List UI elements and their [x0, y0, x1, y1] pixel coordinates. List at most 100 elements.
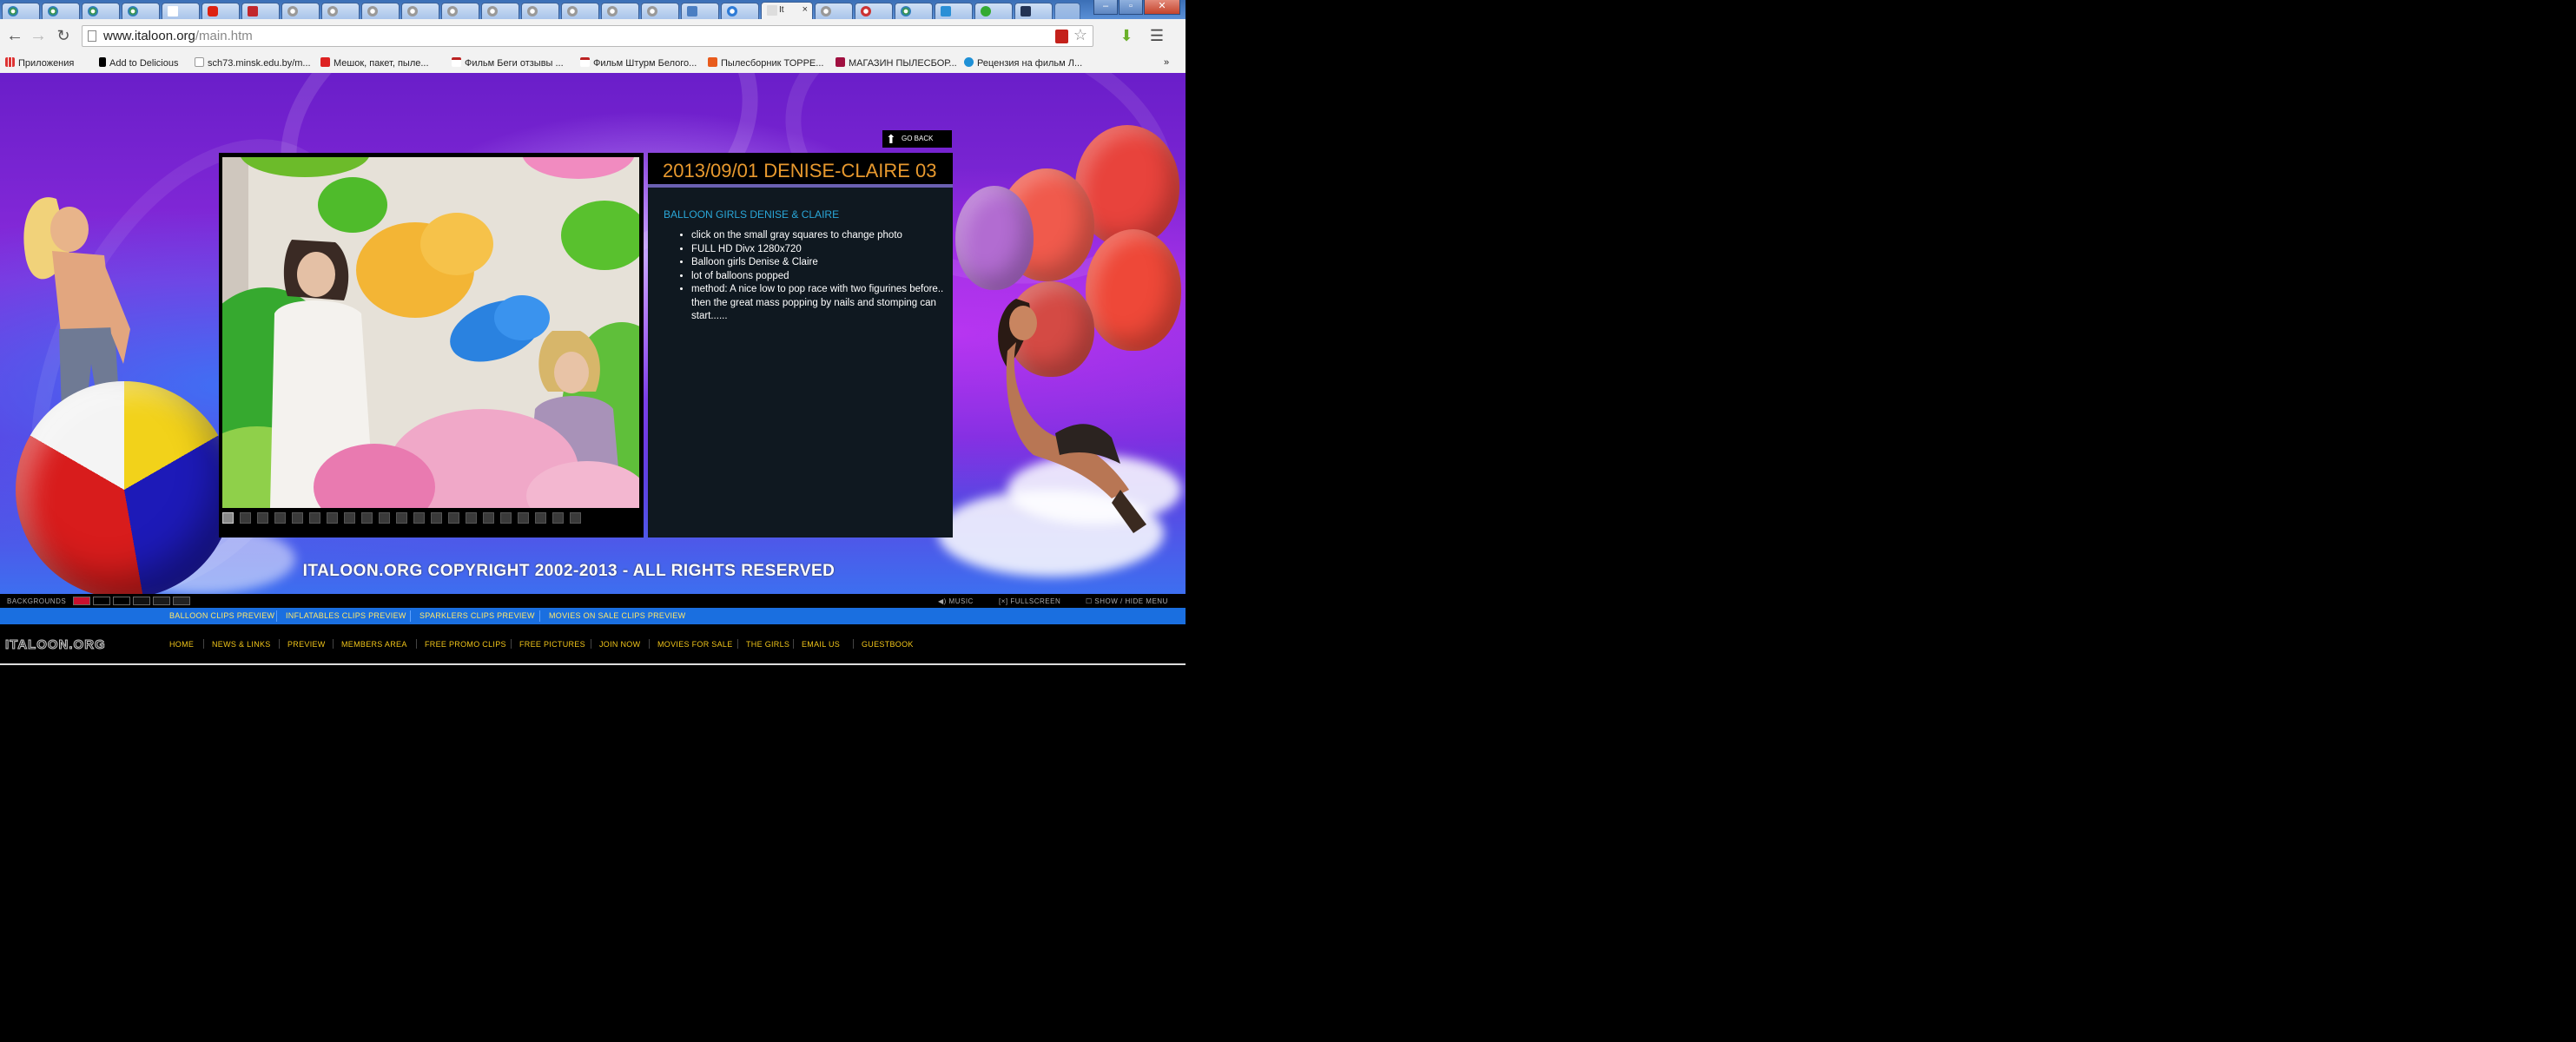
background-swatch[interactable] — [113, 597, 130, 605]
menu-toggle[interactable]: ☐ SHOW / HIDE MENU — [1086, 597, 1168, 605]
category-link-inflatables[interactable]: INFLATABLES CLIPS PREVIEW — [286, 611, 406, 620]
photo-thumbnail[interactable] — [344, 512, 355, 524]
menu-item-the-girls[interactable]: THE GIRLS — [746, 640, 789, 649]
background-swatch[interactable] — [93, 597, 110, 605]
browser-tab[interactable] — [241, 3, 280, 19]
browser-tab[interactable] — [815, 3, 853, 19]
photo-thumbnail[interactable] — [309, 512, 320, 524]
bookmark-item[interactable]: Add to Delicious — [99, 57, 179, 69]
browser-tab[interactable] — [521, 3, 559, 19]
browser-tab[interactable] — [481, 3, 519, 19]
photo-thumbnail[interactable] — [552, 512, 564, 524]
background-swatch[interactable] — [133, 597, 150, 605]
browser-tab[interactable] — [162, 3, 200, 19]
browser-tab[interactable] — [441, 3, 479, 19]
photo-thumbnail[interactable] — [466, 512, 477, 524]
menu-item-members-area[interactable]: MEMBERS AREA — [341, 640, 407, 649]
browser-tab[interactable] — [641, 3, 679, 19]
close-window-icon[interactable]: ✕ — [1144, 0, 1180, 15]
menu-item-free-pictures[interactable]: FREE PICTURES — [519, 640, 585, 649]
music-toggle[interactable]: ◀) MUSIC — [938, 597, 974, 605]
bookmark-item[interactable]: МАГАЗИН ПЫЛЕСБОР... — [836, 57, 957, 69]
photo-thumbnail[interactable] — [274, 512, 286, 524]
category-link-balloon[interactable]: BALLOON CLIPS PREVIEW — [169, 611, 274, 620]
background-swatch[interactable] — [173, 597, 190, 605]
pdf-extension-icon[interactable] — [1055, 30, 1068, 43]
menu-item-free-promo-clips[interactable]: FREE PROMO CLIPS — [425, 640, 506, 649]
address-bar[interactable]: www.italoon.org/main.htm ☆ — [82, 25, 1093, 47]
photo-thumbnail[interactable] — [222, 512, 234, 524]
menu-item-preview[interactable]: PREVIEW — [287, 640, 326, 649]
forward-icon[interactable]: → — [29, 26, 48, 45]
minimize-icon[interactable]: – — [1093, 0, 1118, 15]
browser-tab[interactable] — [681, 3, 719, 19]
browser-tab[interactable] — [321, 3, 360, 19]
browser-tab[interactable] — [974, 3, 1013, 19]
close-tab-icon[interactable]: × — [803, 4, 808, 15]
bookmark-item[interactable]: Фильм Беги отзывы ... — [452, 57, 564, 69]
photo-thumbnail[interactable] — [431, 512, 442, 524]
photo-thumbnail[interactable] — [396, 512, 407, 524]
browser-tab[interactable] — [1014, 3, 1053, 19]
bookmark-item[interactable]: Пылесборник ТОРРЕ... — [708, 57, 823, 69]
photo-thumbnail[interactable] — [257, 512, 268, 524]
browser-tab[interactable] — [855, 3, 893, 19]
browser-tab[interactable] — [42, 3, 80, 19]
photo-thumbnail[interactable] — [535, 512, 546, 524]
main-photo[interactable] — [222, 157, 639, 508]
menu-item-movies-for-sale[interactable]: MOVIES FOR SALE — [657, 640, 733, 649]
fullscreen-button[interactable]: [×] FULLSCREEN — [999, 597, 1060, 605]
back-icon[interactable]: ← — [5, 26, 24, 45]
up-arrow-icon: ⬆ — [886, 132, 896, 146]
photo-thumbnail[interactable] — [518, 512, 529, 524]
reload-icon[interactable]: ↻ — [54, 26, 73, 45]
background-swatch[interactable] — [73, 597, 90, 605]
bookmark-item[interactable]: sch73.minsk.edu.by/m... — [195, 57, 311, 69]
browser-tab[interactable] — [895, 3, 933, 19]
menu-item-news-links[interactable]: NEWS & LINKS — [212, 640, 271, 649]
browser-tab-active[interactable]: It × — [761, 2, 813, 19]
download-extension-icon[interactable]: ⬇ — [1117, 26, 1136, 45]
browser-tab[interactable] — [935, 3, 973, 19]
go-back-button[interactable]: ⬆ GO BACK — [882, 130, 952, 148]
browser-tab[interactable] — [122, 3, 160, 19]
browser-tab[interactable] — [2, 3, 40, 19]
photo-thumbnail[interactable] — [570, 512, 581, 524]
new-tab-button[interactable] — [1054, 3, 1080, 19]
maximize-icon[interactable]: ▫ — [1119, 0, 1143, 15]
browser-tab[interactable] — [82, 3, 120, 19]
photo-thumbnail[interactable] — [500, 512, 512, 524]
menu-item-home[interactable]: HOME — [169, 640, 194, 649]
browser-tab[interactable] — [721, 3, 759, 19]
photo-thumbnail[interactable] — [240, 512, 251, 524]
browser-tab[interactable] — [401, 3, 439, 19]
menu-item-join-now[interactable]: JOIN NOW — [599, 640, 640, 649]
photo-thumbnail[interactable] — [379, 512, 390, 524]
photo-thumbnail[interactable] — [361, 512, 373, 524]
bookmark-item[interactable]: Приложения — [5, 57, 74, 69]
bookmarks-overflow-button[interactable]: » — [1164, 57, 1169, 68]
menu-icon[interactable]: ☰ — [1145, 26, 1169, 45]
photo-thumbnail[interactable] — [327, 512, 338, 524]
bookmark-item[interactable]: Фильм Штурм Белого... — [580, 57, 697, 69]
browser-tab[interactable] — [601, 3, 639, 19]
site-logo[interactable]: ITALOON.ORG — [5, 637, 106, 653]
photo-thumbnail[interactable] — [413, 512, 425, 524]
menu-item-email-us[interactable]: EMAIL US — [802, 640, 840, 649]
category-link-movies-on-sale[interactable]: MOVIES ON SALE CLIPS PREVIEW — [549, 611, 685, 620]
menu-item-guestbook[interactable]: GUESTBOOK — [862, 640, 914, 649]
photo-thumbnail[interactable] — [292, 512, 303, 524]
page-info-icon[interactable] — [88, 30, 96, 42]
bookmark-star-icon[interactable]: ☆ — [1073, 26, 1087, 44]
browser-tab[interactable] — [561, 3, 599, 19]
background-swatch[interactable] — [153, 597, 170, 605]
browser-tab[interactable] — [361, 3, 400, 19]
browser-tab[interactable] — [201, 3, 240, 19]
photo-thumbnail[interactable] — [483, 512, 494, 524]
bookmark-item[interactable]: Рецензия на фильм Л... — [964, 57, 1082, 69]
browser-tab[interactable] — [281, 3, 320, 19]
bookmark-item[interactable]: Мешок, пакет, пыле... — [320, 57, 429, 69]
category-link-sparklers[interactable]: SPARKLERS CLIPS PREVIEW — [419, 611, 535, 620]
window-controls: – ▫ ✕ — [1093, 0, 1180, 15]
photo-thumbnail[interactable] — [448, 512, 459, 524]
